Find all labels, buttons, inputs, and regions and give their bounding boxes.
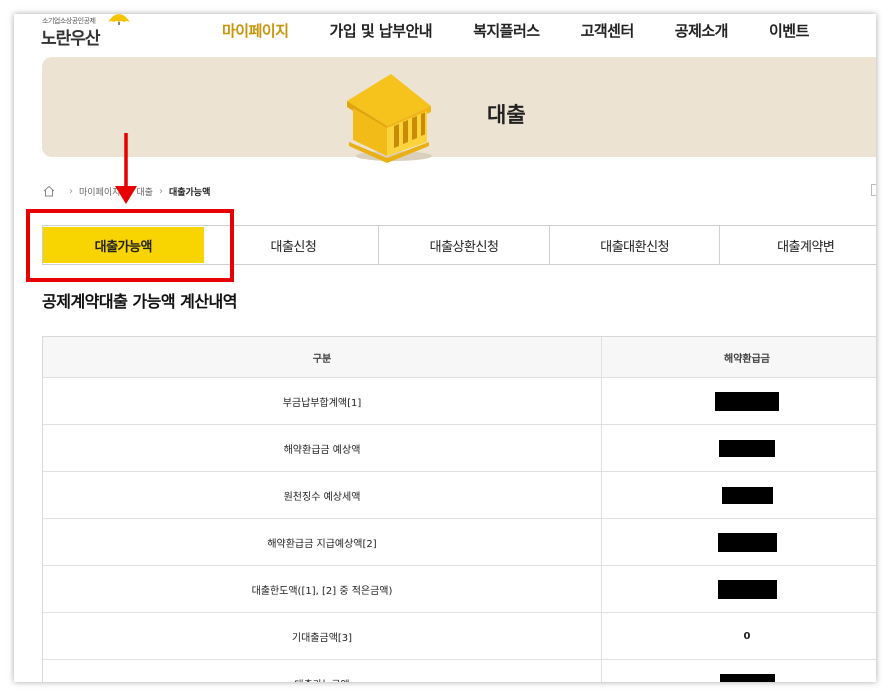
row-label: 부금납부합계액[1] [43,378,602,424]
row-value [602,519,876,565]
chevron-right-icon: › [69,185,73,197]
page-banner: 대출 [42,57,876,163]
row-label: 원천징수 예상세액 [43,472,602,518]
page-title: 대출 [487,103,526,127]
row-label: 해약환급금 예상액 [43,425,602,471]
column-header-category: 구분 [43,337,602,377]
redacted-value [719,673,775,682]
section-title: 공제계약대출 가능액 계산내역 [42,292,238,311]
row-value [602,566,876,612]
row-value [602,425,876,471]
nav-item-about[interactable]: 공제소개 [675,20,729,41]
home-icon[interactable] [43,185,55,197]
browser-viewport: 소기업소상공인공제 노란우산 마이페이지 가입 및 납부안내 복지플러스 고객센… [14,14,876,682]
site-logo[interactable]: 소기업소상공인공제 노란우산 [41,14,136,52]
redacted-value [717,579,777,599]
site-header: 소기업소상공인공제 노란우산 마이페이지 가입 및 납부안내 복지플러스 고객센… [14,14,876,56]
column-header-refund: 해약환급금 [724,353,770,365]
row-value [602,378,876,424]
bank-icon [347,74,432,163]
tab-loan-apply[interactable]: 대출신청 [209,226,380,264]
row-value [602,660,876,682]
breadcrumb-item-current: 대출가능액 [168,187,211,198]
row-value: 0 [743,630,751,642]
umbrella-icon [108,14,130,25]
highlight-box [26,209,234,282]
table-row: 부금납부합계액[1] [43,378,876,425]
row-label: 대출가능금액 [43,660,602,682]
table-row: 대출가능금액 [43,660,876,682]
row-label: 대출한도액([1], [2] 중 적은금액) [43,566,602,612]
table-row: 해약환급금 예상액 [43,425,876,472]
tab-loan-repay[interactable]: 대출상환신청 [379,226,550,264]
nav-item-event[interactable]: 이벤트 [769,20,809,41]
row-label: 해약환급금 지급예상액[2] [43,519,602,565]
table-header-row: 구분 해약환급금 [43,337,876,378]
loan-calc-table: 구분 해약환급금 부금납부합계액[1] 해약환급금 예상액 원천징수 예상세액 … [42,336,876,682]
nav-item-welfare[interactable]: 복지플러스 [473,20,540,41]
row-label: 기대출금액[3] [43,613,602,659]
main-nav: 마이페이지 가입 및 납부안내 복지플러스 고객센터 공제소개 이벤트 [222,18,850,42]
table-row: 해약환급금 지급예상액[2] [43,519,876,566]
logo-name: 노란우산 [41,29,101,49]
table-row: 기대출금액[3] 0 [43,613,876,660]
nav-item-customer-center[interactable]: 고객센터 [581,20,635,41]
nav-item-mypage[interactable]: 마이페이지 [222,20,289,41]
chevron-right-icon: › [158,185,163,197]
table-row: 대출한도액([1], [2] 중 적은금액) [43,566,876,613]
share-button[interactable] [871,184,876,196]
nav-item-join[interactable]: 가입 및 납부안내 [330,20,433,41]
redacted-value [719,439,775,457]
row-value [602,472,876,518]
tab-loan-refinance[interactable]: 대출대환신청 [550,226,721,264]
arrow-down-icon [115,133,137,204]
tab-loan-contract-change[interactable]: 대출계약변 [720,226,876,264]
table-row: 원천징수 예상세액 [43,472,876,519]
redacted-value [721,486,773,504]
redacted-value [717,532,777,552]
redacted-value [715,391,779,411]
